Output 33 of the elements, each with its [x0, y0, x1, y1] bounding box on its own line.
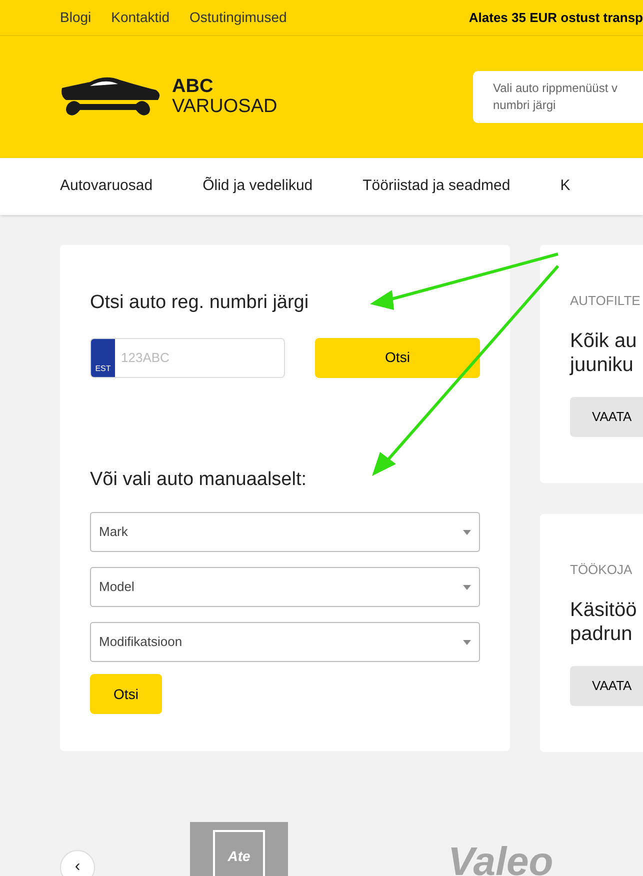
card-eyebrow: AUTOFILTE — [570, 292, 642, 310]
top-link[interactable]: Ostutingimused — [190, 7, 287, 28]
nav-link[interactable]: K — [560, 175, 570, 198]
plate-field[interactable]: EST 123ABC — [90, 338, 285, 378]
car-search-field[interactable]: Vali auto rippmenüüst v numbri järgi — [473, 71, 643, 123]
nav-link[interactable]: Autovaruosad — [60, 175, 153, 198]
card-title: Kõik au juuniku — [570, 328, 638, 376]
logo-text: ABC — [172, 77, 214, 97]
top-link[interactable]: Blogi — [60, 7, 92, 28]
search-button[interactable]: Otsi — [90, 674, 162, 714]
card-eyebrow: TÖÖKOJA — [570, 561, 634, 579]
brand-logo: Valeo — [448, 839, 554, 876]
section-title: Otsi auto reg. numbri järgi — [90, 291, 310, 315]
eu-flag-badge: EST — [91, 338, 115, 376]
brand-logo: Ate — [190, 822, 288, 876]
dropdown-caret-icon — [463, 530, 471, 534]
dropdown-caret-icon — [463, 584, 471, 590]
select-field[interactable]: Mark — [90, 512, 480, 552]
previous-button[interactable]: ‹ — [60, 850, 95, 876]
view-button[interactable]: VAATA — [570, 666, 643, 706]
section-title: Või vali auto manuaalselt: — [90, 468, 308, 492]
card-title: Käsitöö padrun — [570, 598, 638, 646]
shipping-notice: Alates 35 EUR ostust transp — [468, 8, 643, 27]
select-field[interactable]: Modifikatsioon — [90, 622, 480, 662]
logo-text: VARUOSAD — [172, 97, 278, 117]
select-field[interactable]: Model — [90, 567, 480, 607]
top-link[interactable]: Kontaktid — [111, 7, 170, 28]
car-wrench-logo-icon — [60, 76, 162, 118]
nav-link[interactable]: Tööriistad ja seadmed — [362, 175, 510, 198]
view-button[interactable]: VAATA — [570, 396, 643, 436]
dropdown-caret-icon — [463, 640, 471, 644]
search-button[interactable]: Otsi — [315, 338, 480, 378]
nav-link[interactable]: Õlid ja vedelikud — [202, 175, 313, 198]
